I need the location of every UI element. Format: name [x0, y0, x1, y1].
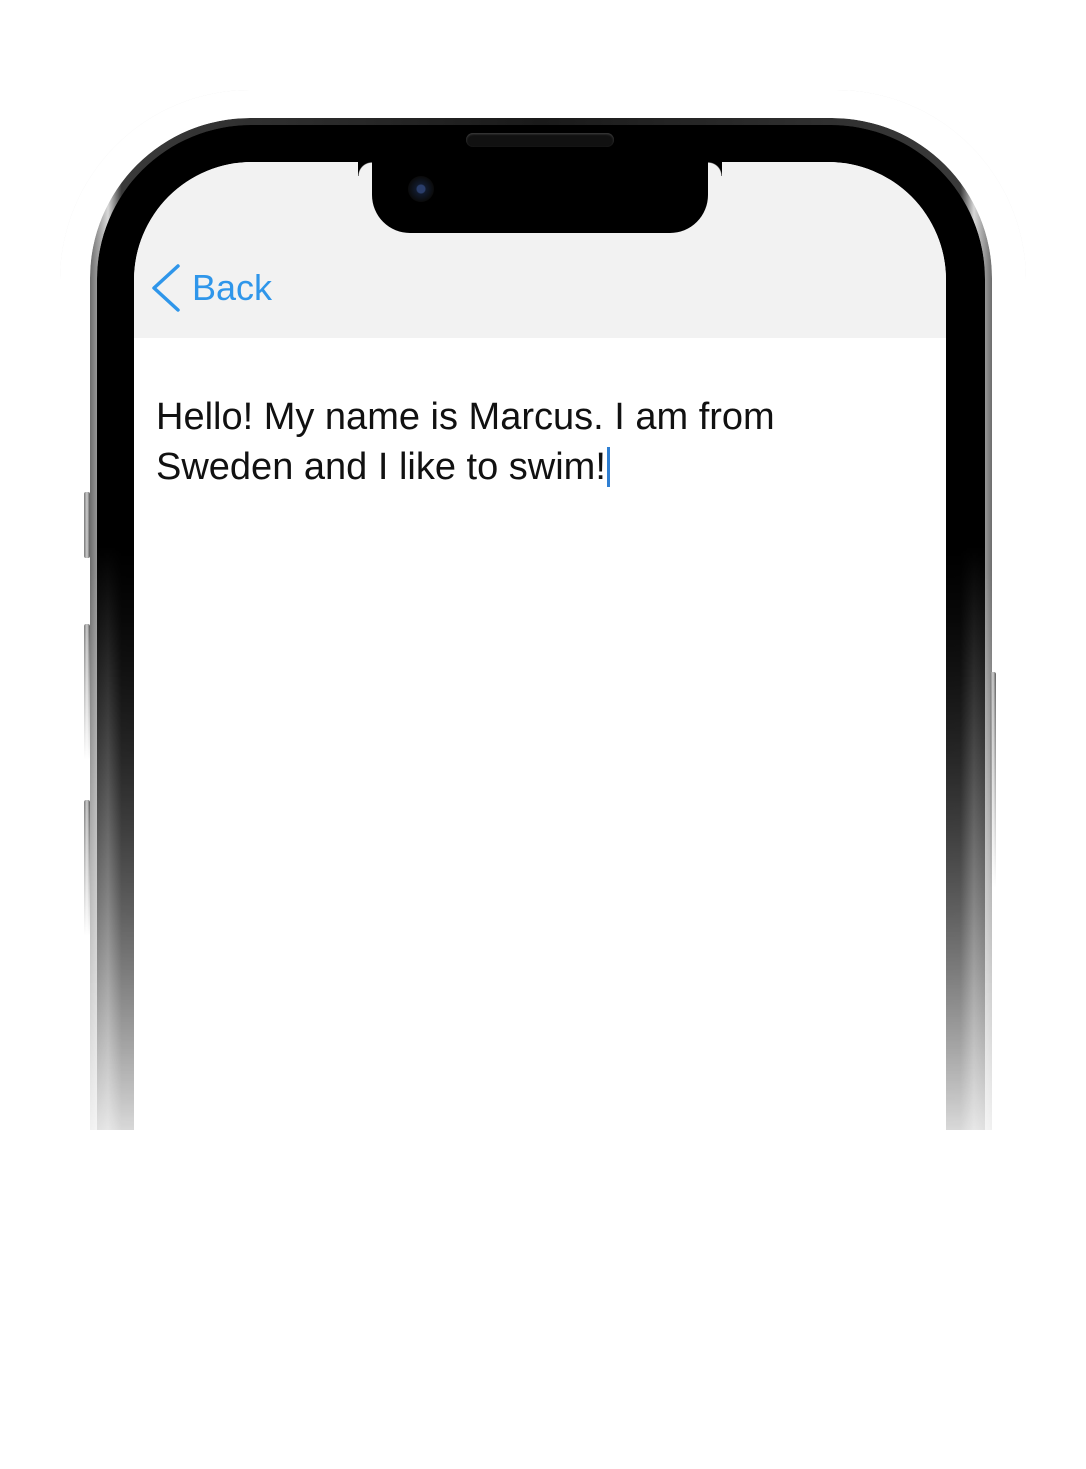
screen: Back Hello! My name is Marcus. I am from…	[134, 162, 946, 1282]
volume-down-button	[84, 800, 90, 936]
notch	[372, 162, 722, 233]
earpiece-speaker	[466, 133, 614, 147]
bottom-fade	[0, 1130, 1086, 1469]
back-button[interactable]: Back	[148, 262, 272, 314]
chevron-left-icon	[152, 264, 180, 312]
text-cursor	[606, 447, 610, 487]
front-camera	[408, 176, 434, 202]
volume-up-button	[84, 624, 90, 760]
editor-text: Hello! My name is Marcus. I am from Swed…	[156, 396, 775, 488]
text-editor[interactable]: Hello! My name is Marcus. I am from Swed…	[156, 392, 856, 492]
phone-mockup: Back Hello! My name is Marcus. I am from…	[0, 0, 1086, 1469]
silent-switch	[84, 492, 90, 558]
back-label: Back	[192, 267, 273, 308]
power-button	[990, 672, 996, 888]
